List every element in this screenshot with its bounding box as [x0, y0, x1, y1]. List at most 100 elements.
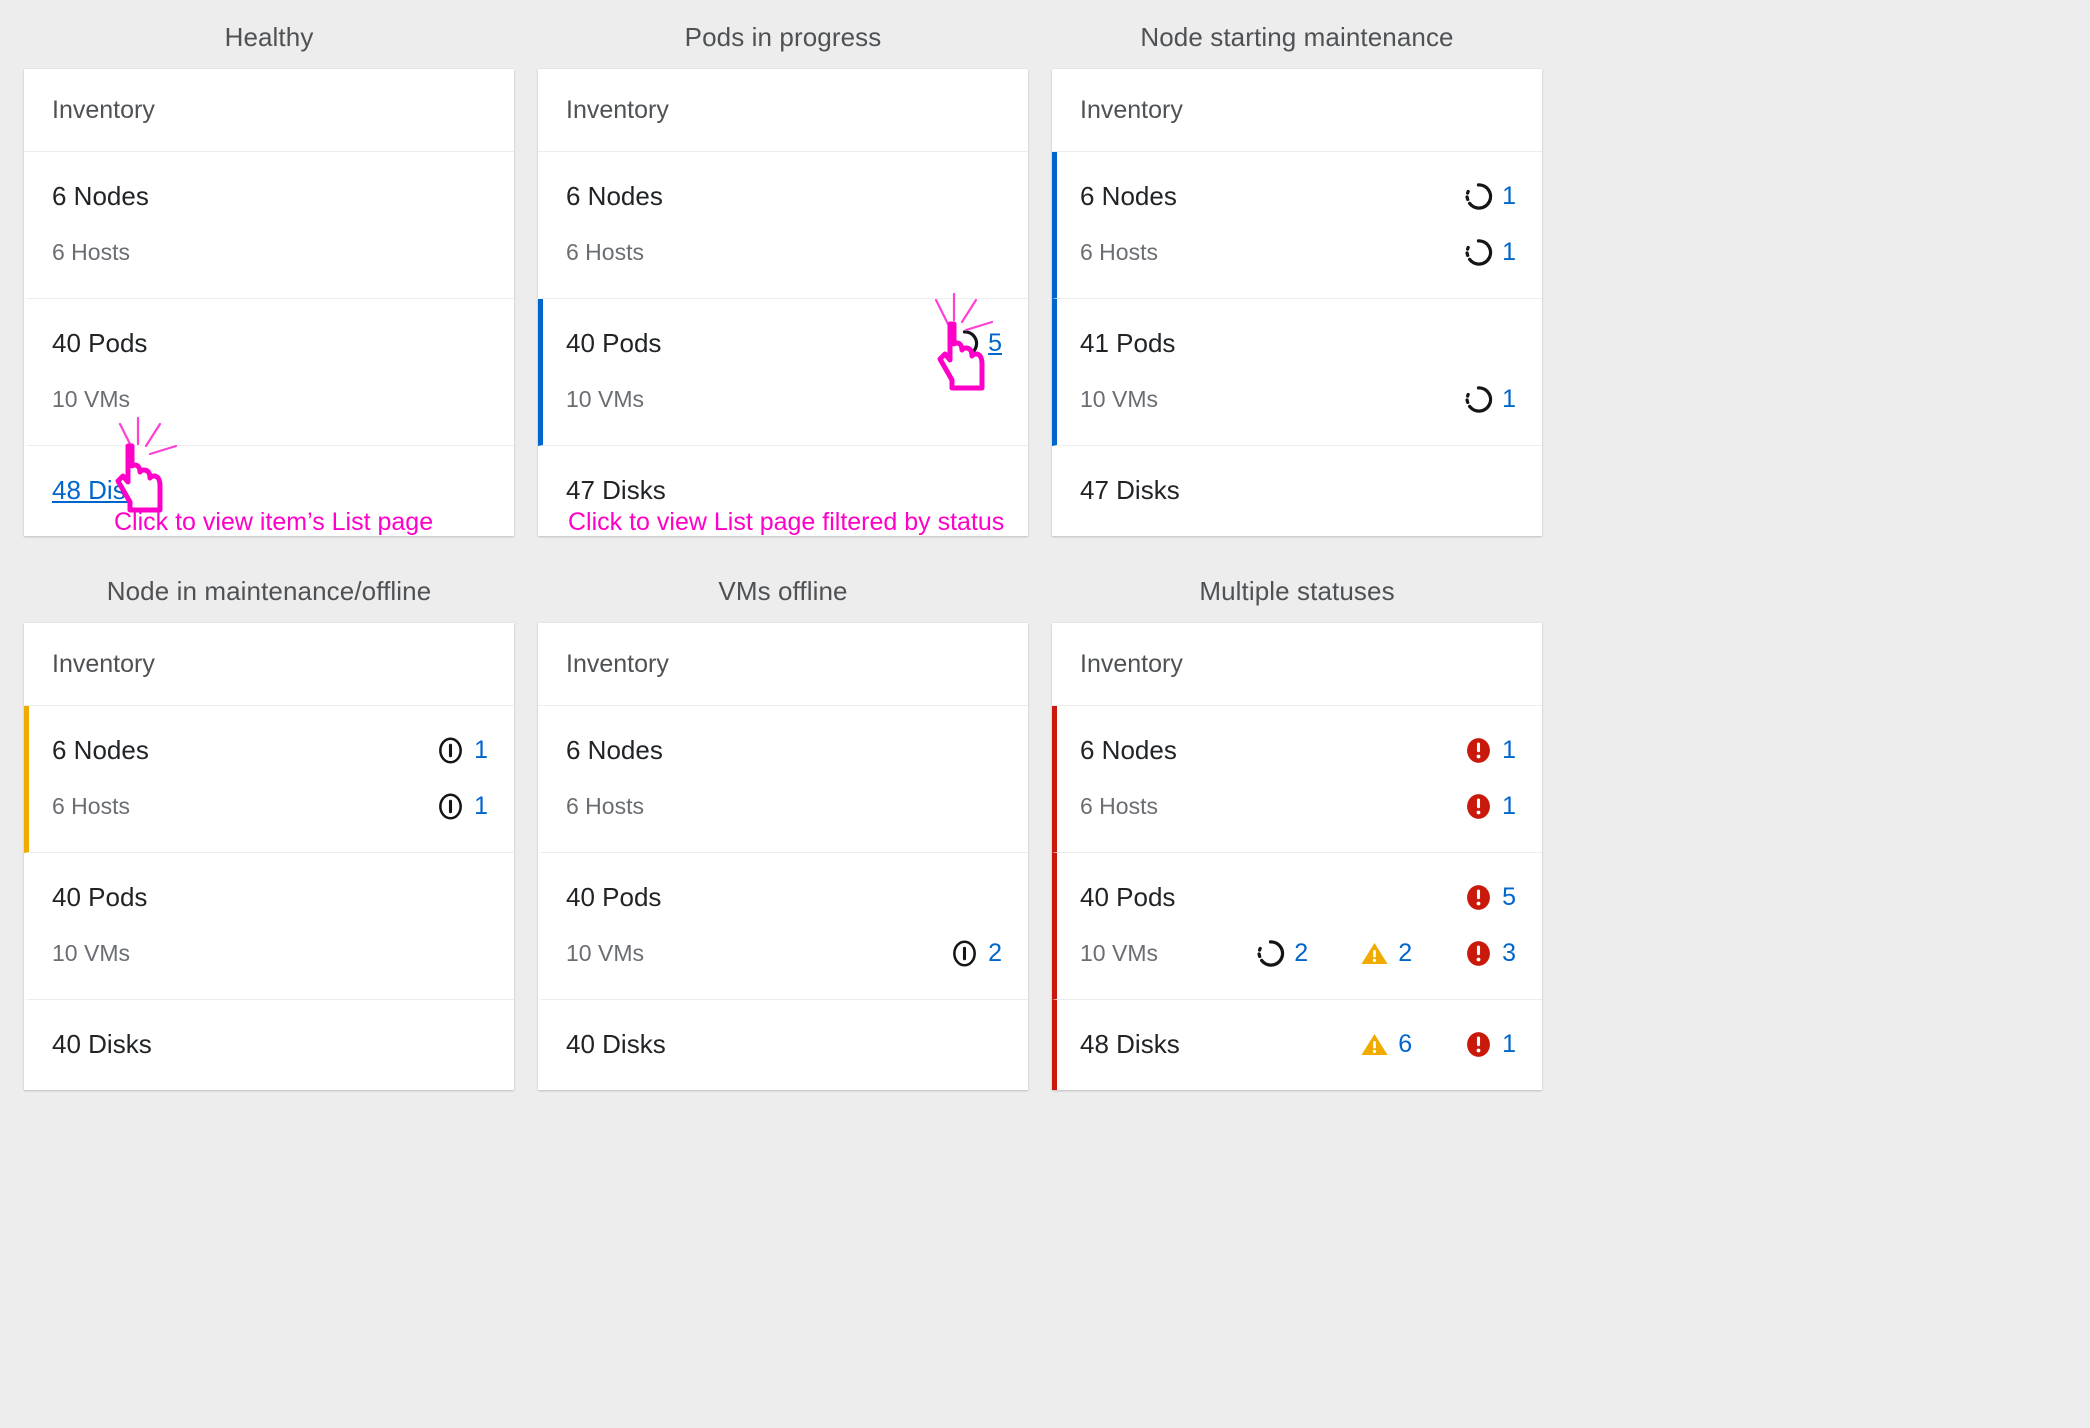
inventory-group: 6 Nodes 6 Hosts: [24, 152, 514, 299]
inventory-row: 47 Disks: [566, 468, 1002, 512]
inventory-row-label: 6 Nodes: [566, 180, 663, 211]
in-progress-icon: [950, 329, 979, 358]
status-count[interactable]: 2: [988, 940, 1002, 966]
inventory-group-accent-blue: 41 Pods 10 VMs 1: [1052, 299, 1542, 446]
inventory-card: Inventory 6 Nodes 1 6 Hosts 1 40 Pods 10 VMs 40…: [24, 623, 514, 1090]
status-count[interactable]: 5: [988, 330, 1002, 356]
card-example-multiple-statuses: Multiple statuses Inventory 6 Nodes 1 6 Host…: [1052, 576, 1542, 1090]
inventory-row-label: 6 Hosts: [566, 238, 644, 265]
status-error[interactable]: 1: [1464, 1030, 1516, 1059]
inventory-row-statuses: 2: [950, 939, 1002, 968]
inventory-row-label: 10 VMs: [52, 939, 130, 966]
inventory-group-body: 6 Nodes 6 Hosts: [543, 706, 1028, 852]
inventory-row: 40 Pods: [566, 875, 1002, 919]
inventory-group-body: 40 Disks: [29, 1000, 514, 1090]
inventory-group-body: 47 Disks: [1057, 446, 1542, 536]
status-count[interactable]: 1: [1502, 239, 1516, 265]
annotation-list-page: Click to view item’s List page: [114, 508, 434, 536]
inventory-row-label: 6 Hosts: [1080, 792, 1158, 819]
inventory-group-accent-red: 6 Nodes 1 6 Hosts 1: [1052, 706, 1542, 853]
inventory-group-body: 6 Nodes 6 Hosts: [29, 152, 514, 298]
inventory-row: 40 Pods 5: [566, 321, 1002, 365]
status-error[interactable]: 3: [1464, 939, 1516, 968]
status-count[interactable]: 2: [1294, 940, 1308, 966]
inventory-group-body: 6 Nodes 6 Hosts: [543, 152, 1028, 298]
error-icon: [1464, 1030, 1493, 1059]
inventory-row-label: 48 Disks: [52, 475, 488, 506]
status-count[interactable]: 2: [1398, 940, 1412, 966]
in-progress-icon: [1464, 385, 1493, 414]
status-in-progress[interactable]: 5: [950, 329, 1002, 358]
inventory-row-label: 6 Nodes: [566, 734, 663, 765]
in-progress-icon: [1464, 182, 1493, 211]
status-offline[interactable]: 1: [436, 736, 488, 765]
status-count[interactable]: 6: [1398, 1031, 1412, 1057]
inventory-card-header: Inventory: [538, 623, 1028, 706]
inventory-row-label: 10 VMs: [1080, 385, 1158, 412]
inventory-row-label: 41 Pods: [1080, 327, 1176, 358]
inventory-row-label: 10 VMs: [566, 385, 644, 412]
status-in-progress[interactable]: 1: [1464, 385, 1516, 414]
inventory-row: 10 VMs: [52, 931, 488, 975]
inventory-row: 6 Nodes: [52, 174, 488, 218]
inventory-row-statuses: 1: [1464, 182, 1516, 211]
status-warning[interactable]: 2: [1360, 939, 1412, 968]
status-in-progress[interactable]: 1: [1464, 238, 1516, 267]
inventory-row-label: 6 Hosts: [1080, 238, 1158, 265]
error-icon: [1464, 792, 1493, 821]
status-count[interactable]: 1: [1502, 793, 1516, 819]
status-count[interactable]: 1: [1502, 1031, 1516, 1057]
status-count[interactable]: 1: [1502, 737, 1516, 763]
inventory-row-label: 6 Hosts: [566, 792, 644, 819]
inventory-row: 6 Hosts 1: [52, 784, 488, 828]
warning-icon: [1360, 939, 1389, 968]
card-example-pods-in-progress: Pods in progress Inventory 6 Nodes 6 Hosts 4…: [538, 22, 1028, 536]
status-count[interactable]: 1: [1502, 183, 1516, 209]
in-progress-icon: [1256, 939, 1285, 968]
inventory-row-label: 6 Nodes: [52, 180, 149, 211]
inventory-group-body: 48 Disks 6 1: [1057, 1000, 1542, 1090]
inventory-row: 6 Nodes: [566, 174, 1002, 218]
card-example-vms-offline: VMs offline Inventory 6 Nodes 6 Hosts 40 Pod…: [538, 576, 1028, 1090]
inventory-group-body: 41 Pods 10 VMs 1: [1057, 299, 1542, 445]
inventory-group: 6 Nodes 6 Hosts: [538, 152, 1028, 299]
inventory-group: 6 Nodes 6 Hosts: [538, 706, 1028, 853]
status-in-progress[interactable]: 2: [1256, 939, 1308, 968]
status-offline[interactable]: 2: [950, 939, 1002, 968]
status-warning[interactable]: 6: [1360, 1030, 1412, 1059]
card-example-node-starting-maintenance: Node starting maintenance Inventory 6 Node…: [1052, 22, 1542, 536]
inventory-row: 6 Hosts: [566, 230, 1002, 274]
inventory-row-label: 10 VMs: [566, 939, 644, 966]
status-count[interactable]: 3: [1502, 940, 1516, 966]
inventory-row-label: 6 Hosts: [52, 792, 130, 819]
status-count[interactable]: 1: [474, 793, 488, 819]
status-count[interactable]: 1: [474, 737, 488, 763]
inventory-row: 40 Pods: [52, 875, 488, 919]
inventory-group-body: 40 Disks: [543, 1000, 1028, 1090]
inventory-group-body: 6 Nodes 1 6 Hosts 1: [1057, 706, 1542, 852]
card-example-title: Healthy: [224, 22, 314, 52]
inventory-row-link[interactable]: 48 Disks: [52, 475, 152, 505]
status-count[interactable]: 5: [1502, 884, 1516, 910]
error-icon: [1464, 883, 1493, 912]
inventory-row: 6 Nodes 1: [1080, 174, 1516, 218]
inventory-group: 40 Disks: [538, 1000, 1028, 1090]
status-error[interactable]: 5: [1464, 883, 1516, 912]
inventory-group-accent-blue: 6 Nodes 1 6 Hosts 1: [1052, 152, 1542, 299]
inventory-row: 6 Hosts 1: [1080, 230, 1516, 274]
inventory-row-label: 6 Nodes: [1080, 734, 1177, 765]
status-offline[interactable]: 1: [436, 792, 488, 821]
inventory-group-accent-red: 48 Disks 6 1: [1052, 1000, 1542, 1090]
status-error[interactable]: 1: [1464, 792, 1516, 821]
status-in-progress[interactable]: 1: [1464, 182, 1516, 211]
in-progress-icon: [1464, 238, 1493, 267]
inventory-card: Inventory 6 Nodes 1 6 Hosts 1 40 Pods 5 10 VMs 2…: [1052, 623, 1542, 1090]
inventory-row: 6 Hosts 1: [1080, 784, 1516, 828]
inventory-card: Inventory 6 Nodes 6 Hosts 40 Pods 10 VMs 2 40 …: [538, 623, 1028, 1090]
inventory-row: 6 Hosts: [566, 784, 1002, 828]
inventory-group-body: 40 Pods 10 VMs 2: [543, 853, 1028, 999]
inventory-card-header: Inventory: [24, 623, 514, 706]
status-error[interactable]: 1: [1464, 736, 1516, 765]
inventory-row: 6 Nodes 1: [52, 728, 488, 772]
status-count[interactable]: 1: [1502, 386, 1516, 412]
